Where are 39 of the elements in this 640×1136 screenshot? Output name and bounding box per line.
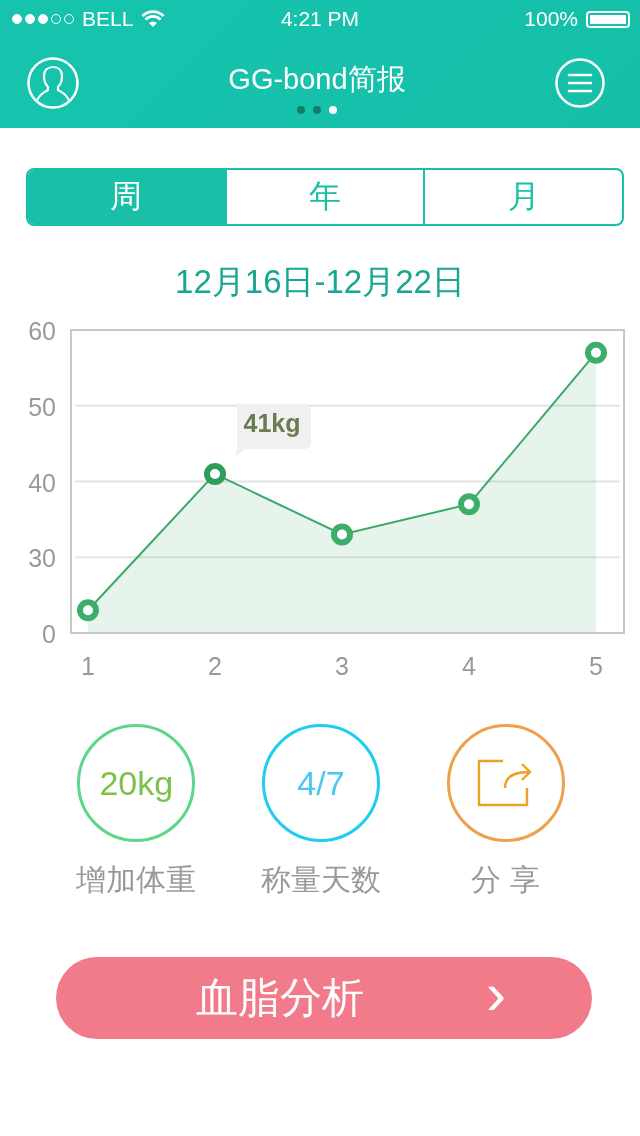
battery-icon [586,10,630,28]
chevron-icon: › [486,964,506,1024]
battery-percent: 100% [524,7,578,31]
axis-label: 0 [42,620,56,648]
axis-label: 30 [28,544,56,573]
stat-label: 分 享 [471,862,540,898]
axis-label: 5 [589,652,603,680]
point-marker[interactable] [331,523,353,546]
menu-icon[interactable] [555,58,605,108]
page-indicator-dot[interactable] [313,106,321,114]
clock-time: 4:21 PM [280,7,360,31]
period-tab[interactable]: 年 [224,170,424,224]
point-marker[interactable] [204,462,226,485]
stat-label: 增加体重 [76,862,197,898]
axis-label: 2 [208,652,222,680]
share-button[interactable] [446,724,565,842]
point-marker[interactable] [458,493,480,516]
axis-label: 40 [28,468,56,497]
axis-label: 50 [28,392,56,421]
axis-label: 3 [335,652,349,680]
axis-label: 1 [81,652,95,680]
stat-value: 4/7 [297,763,345,803]
carrier-name: BELL [82,7,134,31]
profile-icon[interactable] [27,57,79,109]
page-indicator-dot[interactable] [329,106,337,114]
page-indicator-dot[interactable] [297,106,305,114]
screen-title: GG-bond简报 [228,62,406,97]
axis-label: 60 [28,318,56,345]
point-marker[interactable] [77,599,99,622]
axis-label: 4 [462,652,476,680]
wifi-icon [141,10,166,28]
period-tab[interactable]: 周 [28,170,225,224]
stat-label: 称量天数 [261,862,381,898]
analysis-button[interactable]: 血脂分析 › [56,957,592,1039]
point-marker[interactable] [585,341,607,364]
stat-value: 20kg [99,763,174,803]
date-range: 12月16日-12月22日 [174,262,466,300]
value-tooltip: 41kg [235,403,311,457]
period-tab[interactable]: 月 [423,170,622,224]
